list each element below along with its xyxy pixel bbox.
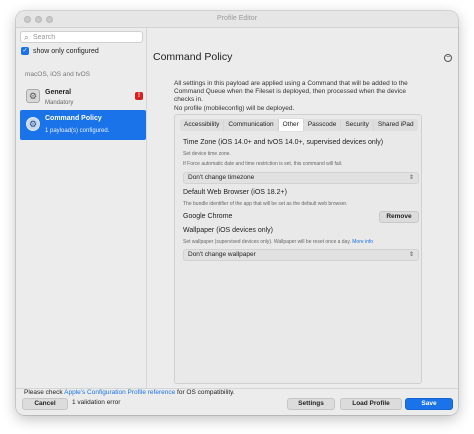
gear-box-icon: ⚙ [26, 89, 40, 103]
compatibility-note-prefix: Please check [24, 389, 63, 396]
browser-label: Default Web Browser (iOS 18.2+) [183, 189, 287, 196]
timezone-select[interactable]: Don't change timezone ⇕ [183, 172, 419, 184]
remove-browser-button[interactable]: Remove [379, 211, 419, 223]
sidebar-item-subtitle: Mandatory [45, 100, 74, 106]
tab-accessibility[interactable]: Accessibility [180, 119, 225, 131]
validation-status: 1 validation error [72, 399, 121, 406]
sidebar-item-general[interactable]: ⚙ General Mandatory ! [20, 84, 146, 110]
sidebar-item-subtitle: 1 payload(s) configured. [45, 128, 110, 134]
gear-circle-icon: ⚙ [26, 117, 40, 131]
settings-button[interactable]: Settings [287, 398, 335, 410]
payload-description-line: No profile (mobileconfig) will be deploy… [174, 104, 295, 112]
browser-value: Google Chrome [183, 213, 233, 220]
tab-strip: Accessibility Communication Other Passco… [180, 119, 418, 131]
compatibility-note: Please check Apple's Configuration Profi… [24, 389, 235, 396]
timezone-select-value: Don't change timezone [188, 174, 255, 181]
search-field[interactable]: ⌕ [20, 31, 143, 43]
browser-description: The bundle identifier of the app that wi… [183, 201, 348, 207]
show-only-configured-toggle[interactable]: ✓ show only configured [21, 46, 99, 56]
footer: Please check Apple's Configuration Profi… [16, 388, 458, 415]
tab-shared-ipad[interactable]: Shared iPad [373, 119, 418, 131]
tab-security[interactable]: Security [341, 119, 374, 131]
wallpaper-select-value: Don't change wallpaper [188, 251, 256, 258]
load-profile-button[interactable]: Load Profile [340, 398, 402, 410]
wallpaper-label: Wallpaper (iOS devices only) [183, 227, 273, 234]
title-bar: Profile Editor [16, 11, 458, 28]
wallpaper-description-text: Set wallpaper (supervised devices only).… [183, 239, 351, 245]
search-input[interactable] [33, 33, 138, 42]
timezone-description: Set device time zone. [183, 151, 231, 157]
profile-editor-window: Profile Editor ⌕ ✓ show only configured … [16, 11, 458, 415]
sidebar-item-command-policy[interactable]: ⚙ Command Policy 1 payload(s) configured… [20, 110, 146, 140]
cancel-button[interactable]: Cancel [22, 398, 68, 410]
save-button[interactable]: Save [405, 398, 453, 410]
configuration-reference-link[interactable]: Apple's Configuration Profile reference [64, 389, 175, 396]
tab-communication[interactable]: Communication [224, 119, 279, 131]
wallpaper-description: Set wallpaper (supervised devices only).… [183, 239, 373, 245]
show-only-configured-label: show only configured [33, 47, 99, 55]
settings-tab-panel: Accessibility Communication Other Passco… [174, 114, 422, 384]
window-title: Profile Editor [216, 15, 258, 22]
tab-passcode[interactable]: Passcode [303, 119, 342, 131]
payload-description-line: All settings in this payload are applied… [174, 80, 408, 104]
tab-other[interactable]: Other [278, 119, 304, 131]
main-panel: Command Policy − All settings in this pa… [147, 28, 458, 388]
payload-description: All settings in this payload are applied… [174, 80, 419, 113]
compatibility-note-suffix: for OS compatibility. [177, 389, 235, 396]
sidebar-item-title: Command Policy [45, 115, 102, 122]
platform-section-header: macOS, iOS and tvOS [25, 71, 91, 78]
search-icon: ⌕ [24, 33, 29, 42]
more-info-link[interactable]: More info [352, 239, 373, 245]
page-title: Command Policy [153, 51, 233, 63]
timezone-label: Time Zone (iOS 14.0+ and tvOS 14.0+, sup… [183, 139, 384, 146]
wallpaper-select[interactable]: Don't change wallpaper ⇕ [183, 249, 419, 261]
sidebar: ⌕ ✓ show only configured macOS, iOS and … [16, 28, 147, 388]
error-badge: ! [135, 92, 143, 100]
chevron-updown-icon: ⇕ [408, 175, 414, 181]
sidebar-item-title: General [45, 89, 72, 96]
collapse-payload-button[interactable]: − [444, 54, 452, 62]
checkmark-icon[interactable]: ✓ [21, 47, 29, 55]
timezone-warning: If Force automatic date and time restric… [183, 161, 343, 167]
chevron-updown-icon: ⇕ [408, 252, 414, 258]
